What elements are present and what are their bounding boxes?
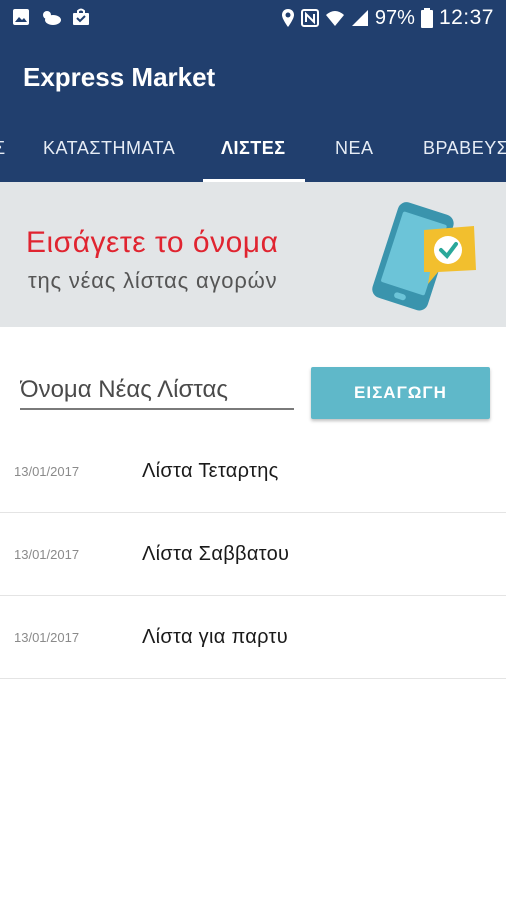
image-icon — [13, 9, 29, 25]
add-list-button[interactable]: ΕΙΣΑΓΩΓΗ — [311, 367, 490, 419]
bag-icon — [73, 8, 89, 25]
phone-check-icon — [372, 202, 476, 311]
tab-awards[interactable]: ΒΡΑΒΕΥΣ — [423, 138, 506, 159]
list-item[interactable]: 13/01/2017 Λίστα Τεταρτης — [0, 430, 506, 513]
banner-subtitle: της νέας λίστας αγορών — [28, 268, 278, 293]
list-item-date: 13/01/2017 — [14, 547, 80, 562]
app-bar: Express Market — [0, 36, 506, 124]
tab-lists[interactable]: ΛΙΣΤΕΣ — [221, 138, 286, 159]
location-icon — [281, 9, 294, 27]
nfc-icon — [300, 9, 319, 27]
new-list-name-input[interactable] — [20, 372, 294, 410]
tab-stores[interactable]: ΚΑΤΑΣΤΗΜΑΤΑ — [43, 138, 175, 159]
signal-icon — [351, 10, 368, 26]
status-bar-right: 97% 12:37 — [281, 6, 494, 30]
clock: 12:37 — [438, 6, 494, 29]
tab-previous[interactable]: Σ — [0, 138, 6, 159]
list-item-date: 13/01/2017 — [14, 630, 80, 645]
list-item-name: Λίστα Σαββατου — [142, 543, 290, 565]
tab-news[interactable]: ΝΕΑ — [335, 138, 374, 159]
banner-title: Εισάγετε το όνομα — [26, 226, 279, 259]
status-bar: 97% 12:37 — [0, 0, 506, 36]
cloud-icon — [43, 11, 61, 25]
battery-percent: 97% — [374, 6, 415, 29]
list-item[interactable]: 13/01/2017 Λίστα Σαββατου — [0, 513, 506, 596]
list-item-name: Λίστα Τεταρτης — [142, 460, 279, 482]
tab-bar: Σ ΚΑΤΑΣΤΗΜΑΤΑ ΛΙΣΤΕΣ ΝΕΑ ΒΡΑΒΕΥΣ — [0, 124, 506, 182]
list-item-name: Λίστα για παρτυ — [142, 626, 288, 648]
wifi-icon — [325, 11, 344, 26]
list-item[interactable]: 13/01/2017 Λίστα για παρτυ — [0, 596, 506, 679]
list-item-date: 13/01/2017 — [14, 464, 80, 479]
status-bar-left — [12, 8, 90, 26]
shopping-lists: 13/01/2017 Λίστα Τεταρτης 13/01/2017 Λίσ… — [0, 430, 506, 679]
battery-icon — [420, 8, 433, 28]
banner: Εισάγετε το όνομα της νέας λίστας αγορών — [0, 182, 506, 327]
app-title: Express Market — [23, 62, 216, 92]
